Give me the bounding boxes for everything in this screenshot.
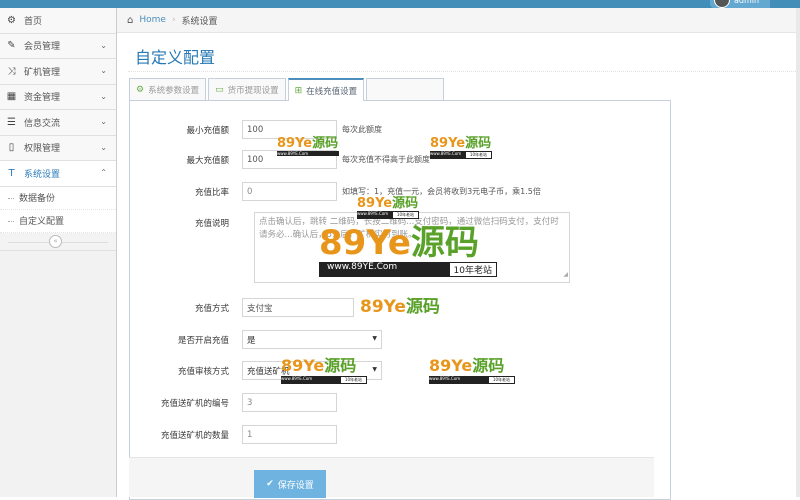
calendar-icon: ▦ (6, 91, 17, 103)
watermark-logo: 89Ye源码 www.89YE.Com 10年老站 (430, 136, 492, 159)
field-label: 最小充值额 (186, 125, 229, 136)
file-icon: ▯ (8, 142, 15, 154)
home-icon: ⌂ (127, 14, 134, 26)
watermark-logo-large: 89Ye源码 www.89YE.Com 10年老站 (319, 224, 497, 277)
sidebar-subitem-label: 数据备份 (19, 194, 56, 204)
sidebar: ⚙ 首页 ✎ 会员管理 ⌄ ⤨ 矿机管理 ⌄ ▦ 资金管理 ⌄ ☰ 信息交流 ⌄… (0, 8, 117, 497)
chevron-down-icon: ⌄ (100, 40, 107, 50)
tab-system-params[interactable]: ⚙ 系统参数设置 (129, 78, 207, 100)
divider (128, 71, 800, 72)
sidebar-item-miners[interactable]: ⤨ 矿机管理 ⌄ (0, 59, 116, 85)
save-button[interactable]: ✔ 保存设置 (254, 470, 326, 498)
breadcrumb-home-link[interactable]: Home (139, 15, 166, 25)
sidebar-item-label: 信息交流 (24, 118, 61, 129)
sidebar-item-funds[interactable]: ▦ 资金管理 ⌄ (0, 84, 116, 110)
watermark-logo: 89Ye源码 www.89YE.Com 10年老站 (357, 196, 419, 219)
ratio-input[interactable]: 0 (242, 182, 337, 201)
sidebar-subitem-label: 自定义配置 (19, 217, 65, 227)
scrollbar[interactable] (796, 8, 800, 497)
list-icon: ☰ (7, 116, 16, 128)
sidebar-collapse: « (0, 232, 116, 251)
watermark-logo: 89Ye源码 www.89YE.Com (277, 136, 339, 156)
sidebar-item-label: 权限管理 (24, 144, 61, 155)
tab-withdraw[interactable]: ▭ 货币提现设置 (208, 78, 286, 100)
sidebar-subitem-custom-config[interactable]: 自定义配置 (0, 209, 116, 233)
chevron-down-icon: ⌄ (100, 142, 107, 152)
cogs-icon: ⚙ (136, 84, 145, 95)
form-row-min: 最小充值额 100 每次此额度 (139, 120, 382, 139)
select-value: 是 (247, 335, 256, 346)
edit-icon: ✎ (7, 40, 16, 52)
field-hint: 每次此额度 (342, 125, 382, 134)
sidebar-item-home[interactable]: ⚙ 首页 (0, 8, 116, 34)
field-label: 充值送矿机的编号 (160, 398, 229, 409)
breadcrumb-separator-icon: › (171, 15, 176, 25)
enable-recharge-select[interactable]: 是 ▼ (242, 330, 382, 349)
tab-hidden[interactable] (366, 78, 445, 100)
recharge-method-input[interactable]: 支付宝 (242, 298, 354, 317)
chevron-down-icon: ⌄ (100, 66, 107, 75)
dashboard-icon: ⚙ (7, 14, 16, 26)
field-label: 充值送矿机的数量 (160, 430, 229, 441)
top-navbar: admin (0, 0, 800, 8)
form-row-miner-qty: 充值送矿机的数量 1 (139, 425, 337, 444)
username: admin (734, 0, 760, 5)
check-icon: ✔ (266, 479, 274, 489)
sidebar-item-settings[interactable]: T 系统设置 ⌃ (0, 161, 116, 187)
field-label: 充值审核方式 (177, 366, 229, 377)
form-row-miner-id: 充值送矿机的编号 3 (139, 393, 337, 412)
plus-square-icon: ⊞ (294, 85, 303, 96)
sidebar-subitem-backup[interactable]: 数据备份 (0, 186, 116, 210)
chevron-up-icon: ⌃ (100, 168, 107, 177)
random-icon: ⤨ (7, 65, 16, 77)
miner-qty-input[interactable]: 1 (242, 425, 337, 444)
breadcrumb-current: 系统设置 (181, 16, 218, 27)
form-row-enabled: 是否开启充值 是 ▼ (139, 330, 382, 349)
sidebar-item-label: 会员管理 (24, 42, 61, 53)
collapse-toggle-button[interactable]: « (49, 234, 62, 248)
field-hint: 每次充值不得高于此额度 (342, 155, 430, 164)
watermark-logo: 89Ye源码 (360, 297, 440, 317)
caret-down-icon: ▼ (372, 366, 377, 373)
field-label: 最大充值额 (186, 155, 229, 166)
form-row-method: 充值方式 支付宝 (139, 298, 354, 317)
field-label: 充值说明 (194, 219, 229, 229)
sidebar-item-members[interactable]: ✎ 会员管理 ⌄ (0, 33, 116, 59)
chevron-down-icon: ⌄ (100, 91, 107, 101)
miner-id-input[interactable]: 3 (242, 393, 337, 412)
sidebar-item-label: 首页 (24, 16, 43, 27)
tab-bar: ⚙ 系统参数设置 ▭ 货币提现设置 ⊞ 在线充值设置 (129, 78, 446, 101)
user-avatar (714, 0, 730, 8)
tab-label: 系统参数设置 (148, 85, 200, 96)
caret-down-icon: ▼ (372, 335, 377, 342)
tab-label: 货币提现设置 (227, 85, 279, 96)
field-label: 充值方式 (194, 303, 229, 314)
text-icon: T (8, 167, 15, 179)
watermark-logo: 89Ye源码 www.89YE.Com 10年老站 (281, 352, 367, 384)
sidebar-item-messages[interactable]: ☰ 信息交流 ⌄ (0, 110, 116, 136)
form-row-ratio: 充值比率 0 如填写：1，充值一元，会员将收到3元电子币，乘1.5倍 (139, 182, 541, 201)
main-content: ⌂ Home › 系统设置 自定义配置 ⚙ 系统参数设置 ▭ 货币提现设置 ⊞ … (117, 8, 800, 500)
sidebar-item-label: 资金管理 (24, 93, 61, 104)
user-menu[interactable]: admin (710, 0, 770, 8)
sidebar-item-permissions[interactable]: ▯ 权限管理 ⌄ (0, 135, 116, 161)
breadcrumb: ⌂ Home › 系统设置 (117, 8, 800, 33)
save-button-label: 保存设置 (277, 480, 314, 491)
tab-online-recharge[interactable]: ⊞ 在线充值设置 (287, 78, 365, 101)
chevron-down-icon: ⌄ (100, 117, 107, 126)
page-title: 自定义配置 (135, 48, 216, 67)
tab-label: 在线充值设置 (306, 86, 358, 97)
watermark-logo: 89Ye源码 www.89YE.Com 10年老站 (429, 352, 515, 384)
credit-card-icon: ▭ (215, 84, 224, 95)
field-label: 是否开启充值 (177, 335, 229, 346)
resize-grip-icon[interactable]: ◢ (563, 268, 568, 281)
sidebar-item-label: 系统设置 (24, 169, 61, 180)
field-label: 充值比率 (194, 187, 229, 198)
form-actions: ✔ 保存设置 (129, 457, 654, 498)
form-row-description: 充值说明 (139, 217, 242, 229)
sidebar-item-label: 矿机管理 (24, 67, 61, 78)
